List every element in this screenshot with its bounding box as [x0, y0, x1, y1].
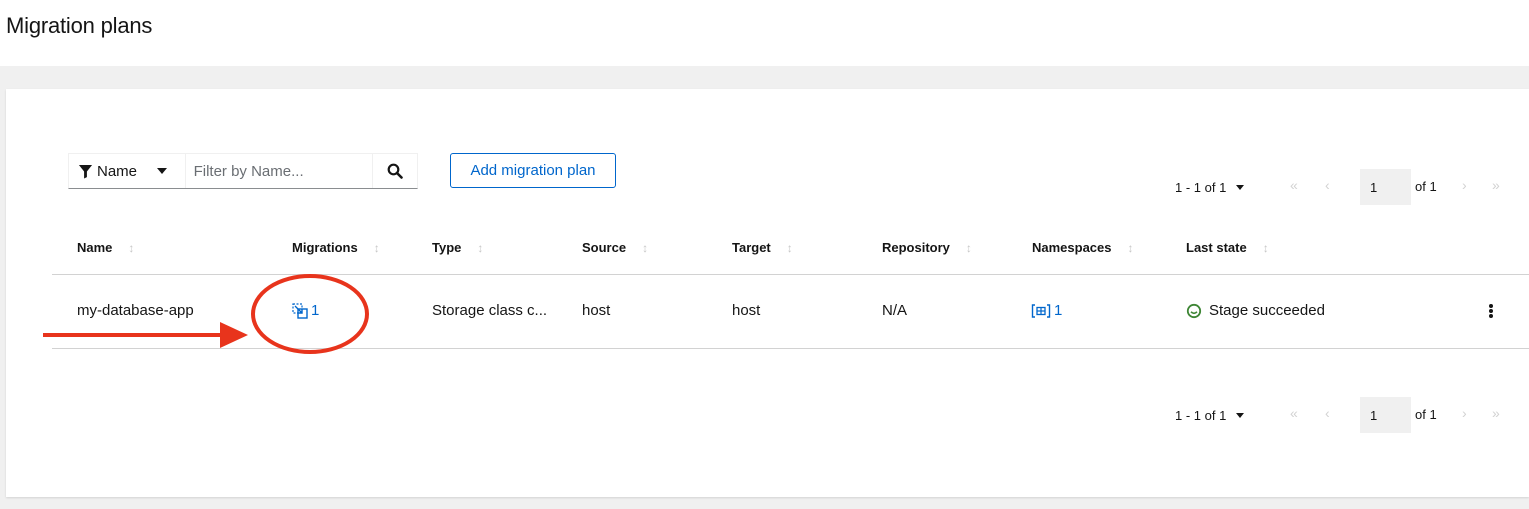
- sort-icon: ↕: [477, 240, 484, 255]
- repository-cell: N/A: [882, 302, 908, 319]
- namespaces-link[interactable]: 1: [1031, 302, 1062, 319]
- add-migration-plan-button[interactable]: Add migration plan: [450, 153, 616, 188]
- column-header-target[interactable]: Target ↕: [732, 240, 793, 255]
- filter-by-name-input[interactable]: [185, 154, 372, 188]
- target-cell: host: [732, 302, 761, 319]
- chevron-down-icon: [1236, 412, 1245, 418]
- next-page-button[interactable]: ›: [1462, 405, 1467, 421]
- pagination-top: 1 - 1 of 1: [1175, 173, 1245, 201]
- sort-icon: ↕: [786, 240, 793, 255]
- last-page-button[interactable]: »: [1492, 177, 1500, 193]
- success-circle-icon: [1186, 303, 1202, 318]
- last-state-cell: Stage succeeded: [1186, 302, 1325, 319]
- sort-icon: ↕: [965, 240, 972, 255]
- previous-page-button[interactable]: ‹: [1325, 405, 1330, 421]
- column-header-name[interactable]: Name ↕: [77, 240, 134, 255]
- migrations-count: 1: [311, 302, 320, 319]
- last-state-label: Stage succeeded: [1209, 302, 1325, 319]
- column-header-type[interactable]: Type ↕: [432, 240, 483, 255]
- search-icon: [387, 163, 403, 179]
- sort-icon: ↕: [1127, 240, 1134, 255]
- filter-group: Name: [68, 153, 418, 189]
- type-cell: Storage class c...: [432, 302, 548, 319]
- row-divider: [52, 348, 1529, 349]
- next-page-button[interactable]: ›: [1462, 177, 1467, 193]
- previous-page-button[interactable]: ‹: [1325, 177, 1330, 193]
- current-page-input[interactable]: [1360, 169, 1411, 205]
- row-actions-kebab-icon[interactable]: [1486, 302, 1496, 320]
- column-header-source[interactable]: Source ↕: [582, 240, 648, 255]
- migration-icon: [292, 302, 308, 319]
- page-title: Migration plans: [6, 13, 153, 38]
- filter-attribute-label: Name: [97, 162, 138, 180]
- migrations-link[interactable]: 1: [292, 302, 319, 319]
- source-cell: host: [582, 302, 611, 319]
- filter-attribute-dropdown[interactable]: Name: [69, 154, 186, 188]
- plans-card: [6, 89, 1529, 497]
- column-header-repository[interactable]: Repository ↕: [882, 240, 972, 255]
- column-header-migrations[interactable]: Migrations ↕: [292, 240, 380, 255]
- sort-icon: ↕: [373, 240, 380, 255]
- chevron-down-icon: [1236, 184, 1245, 190]
- sort-icon: ↕: [642, 240, 649, 255]
- namespaces-count: 1: [1054, 302, 1063, 319]
- pagination-range-label: 1 - 1 of 1: [1175, 179, 1227, 195]
- sort-icon: ↕: [1262, 240, 1269, 255]
- page-header: Migration plans: [0, 0, 1529, 66]
- chevron-down-icon: [157, 168, 168, 174]
- column-header-last-state[interactable]: Last state ↕: [1186, 240, 1269, 255]
- page-count-label: of 1: [1415, 179, 1437, 194]
- first-page-button[interactable]: «: [1290, 177, 1298, 193]
- search-button[interactable]: [371, 154, 417, 188]
- page-count-label: of 1: [1415, 407, 1437, 422]
- namespace-icon: [1031, 303, 1051, 318]
- pagination-range-toggle[interactable]: 1 - 1 of 1: [1175, 407, 1245, 423]
- filter-icon: [78, 164, 93, 179]
- pagination-range-label: 1 - 1 of 1: [1175, 407, 1227, 423]
- current-page-input[interactable]: [1360, 397, 1411, 433]
- pagination-bottom: 1 - 1 of 1: [1175, 401, 1245, 429]
- sort-icon: ↕: [128, 240, 135, 255]
- header-divider: [52, 274, 1529, 275]
- last-page-button[interactable]: »: [1492, 405, 1500, 421]
- column-header-namespaces[interactable]: Namespaces ↕: [1032, 240, 1134, 255]
- plan-name-cell: my-database-app: [77, 302, 194, 319]
- first-page-button[interactable]: «: [1290, 405, 1298, 421]
- pagination-range-toggle[interactable]: 1 - 1 of 1: [1175, 179, 1245, 195]
